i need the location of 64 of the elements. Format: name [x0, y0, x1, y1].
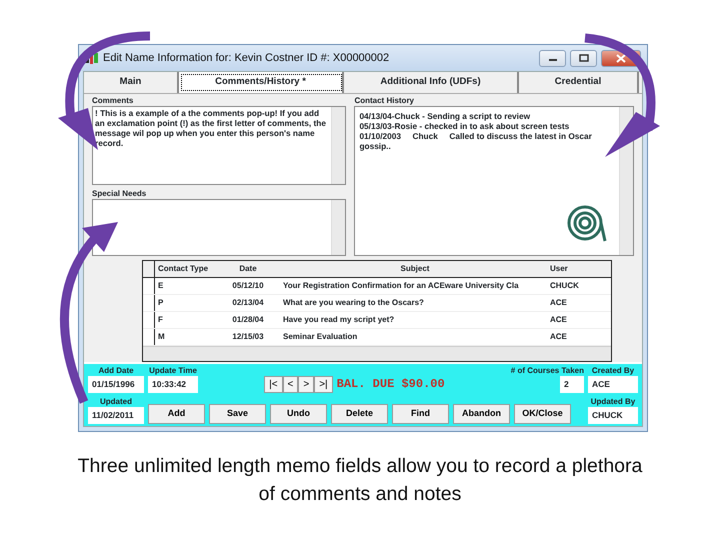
table-cell-text: E — [157, 280, 164, 292]
tab[interactable]: Comments/History * — [179, 72, 344, 93]
table-cell-text: Have you read my script yet? — [282, 314, 396, 326]
action-button[interactable]: Add — [148, 404, 205, 424]
field-label: Updated By — [590, 396, 636, 407]
column-header: User — [549, 263, 569, 275]
field-label: # of Courses Taken — [510, 366, 584, 376]
table-cell-text: P — [157, 297, 164, 309]
column-header: Date — [238, 263, 258, 275]
window-title: Edit Name Information for: Kevin Costner ID #: X00000002 — [103, 50, 390, 66]
action-button[interactable]: Undo — [270, 404, 327, 424]
table-cell-text: ACE — [549, 331, 568, 343]
table-cell-text: 12/15/03 — [231, 331, 265, 343]
field-label: Comments — [92, 96, 134, 106]
column-header: Contact Type — [157, 263, 210, 275]
maximize-button[interactable] — [570, 50, 597, 66]
minimize-button[interactable] — [539, 50, 566, 66]
action-button[interactable]: Find — [392, 404, 449, 424]
field-label: Update Time — [149, 366, 197, 376]
action-button[interactable]: Delete — [331, 404, 388, 424]
balance-due: BAL. DUE $90.00 — [336, 376, 445, 393]
table-cell-text: M — [157, 331, 166, 343]
table-cell-text: Your Registration Confirmation for an ACEware University Cla — [282, 280, 520, 292]
memo-field[interactable]: 04/13/04-Chuck - Sending a script to review 05/13/03-Rosie - checked in to ask about screen tests 01/10/2003 Chuck Called to discuss the latest in Oscar gossip.. — [354, 106, 634, 256]
table-cell-text: ACE — [549, 314, 568, 326]
text-field[interactable]: 10:33:42 — [148, 376, 198, 393]
text-field[interactable]: 01/15/1996 — [88, 376, 144, 393]
memo-field[interactable] — [92, 199, 346, 256]
field-label: Add Date — [98, 366, 134, 376]
nav-button[interactable]: >| — [314, 376, 333, 393]
caption: Three unlimited length memo fields allow you to record a plethora of comments and notes — [76, 454, 644, 506]
table-cell-text: ACE — [549, 297, 568, 309]
scrollbar[interactable] — [331, 200, 346, 255]
scrollbar[interactable] — [143, 346, 611, 361]
history-line: 05/13/03-Rosie - checked in to ask about screen tests — [359, 121, 570, 131]
column-header: Subject — [400, 263, 430, 275]
action-button[interactable]: OK/Close — [514, 404, 571, 424]
field-label: Contact History — [354, 96, 415, 106]
spiral-logo-icon — [567, 203, 608, 243]
text-field[interactable]: 11/02/2011 — [88, 406, 144, 424]
close-icon — [616, 54, 626, 62]
text-field[interactable]: ACE — [588, 376, 638, 393]
nav-button[interactable]: > — [298, 376, 314, 393]
nav-button[interactable]: < — [282, 376, 298, 393]
app-icon — [85, 52, 99, 64]
scrollbar[interactable] — [331, 107, 346, 184]
history-line: 01/10/2003 Chuck Called to discuss the latest in Oscar gossip.. — [359, 131, 593, 151]
nav-button[interactable]: |< — [264, 376, 283, 393]
text-field[interactable]: CHUCK — [588, 406, 638, 424]
field-label: Special Needs — [92, 189, 148, 200]
table-cell-text: What are you wearing to the Oscars? — [282, 297, 425, 309]
maximize-icon — [578, 54, 588, 62]
field-label: Created By — [592, 366, 634, 376]
text-field[interactable]: 2 — [560, 376, 584, 393]
table-cell-text: 02/13/04 — [231, 297, 265, 309]
table-cell-text: Seminar Evaluation — [282, 331, 358, 343]
action-button[interactable]: Abandon — [453, 404, 510, 424]
table-cell-text: 05/12/10 — [231, 280, 265, 292]
history-line: 04/13/04-Chuck - Sending a script to review — [359, 111, 532, 121]
action-button[interactable]: Save — [209, 404, 266, 424]
field-label: Updated — [100, 396, 132, 407]
table-cell-text: F — [157, 314, 164, 326]
table-cell-text: 01/28/04 — [231, 314, 265, 326]
table-cell-text: CHUCK — [549, 280, 580, 292]
